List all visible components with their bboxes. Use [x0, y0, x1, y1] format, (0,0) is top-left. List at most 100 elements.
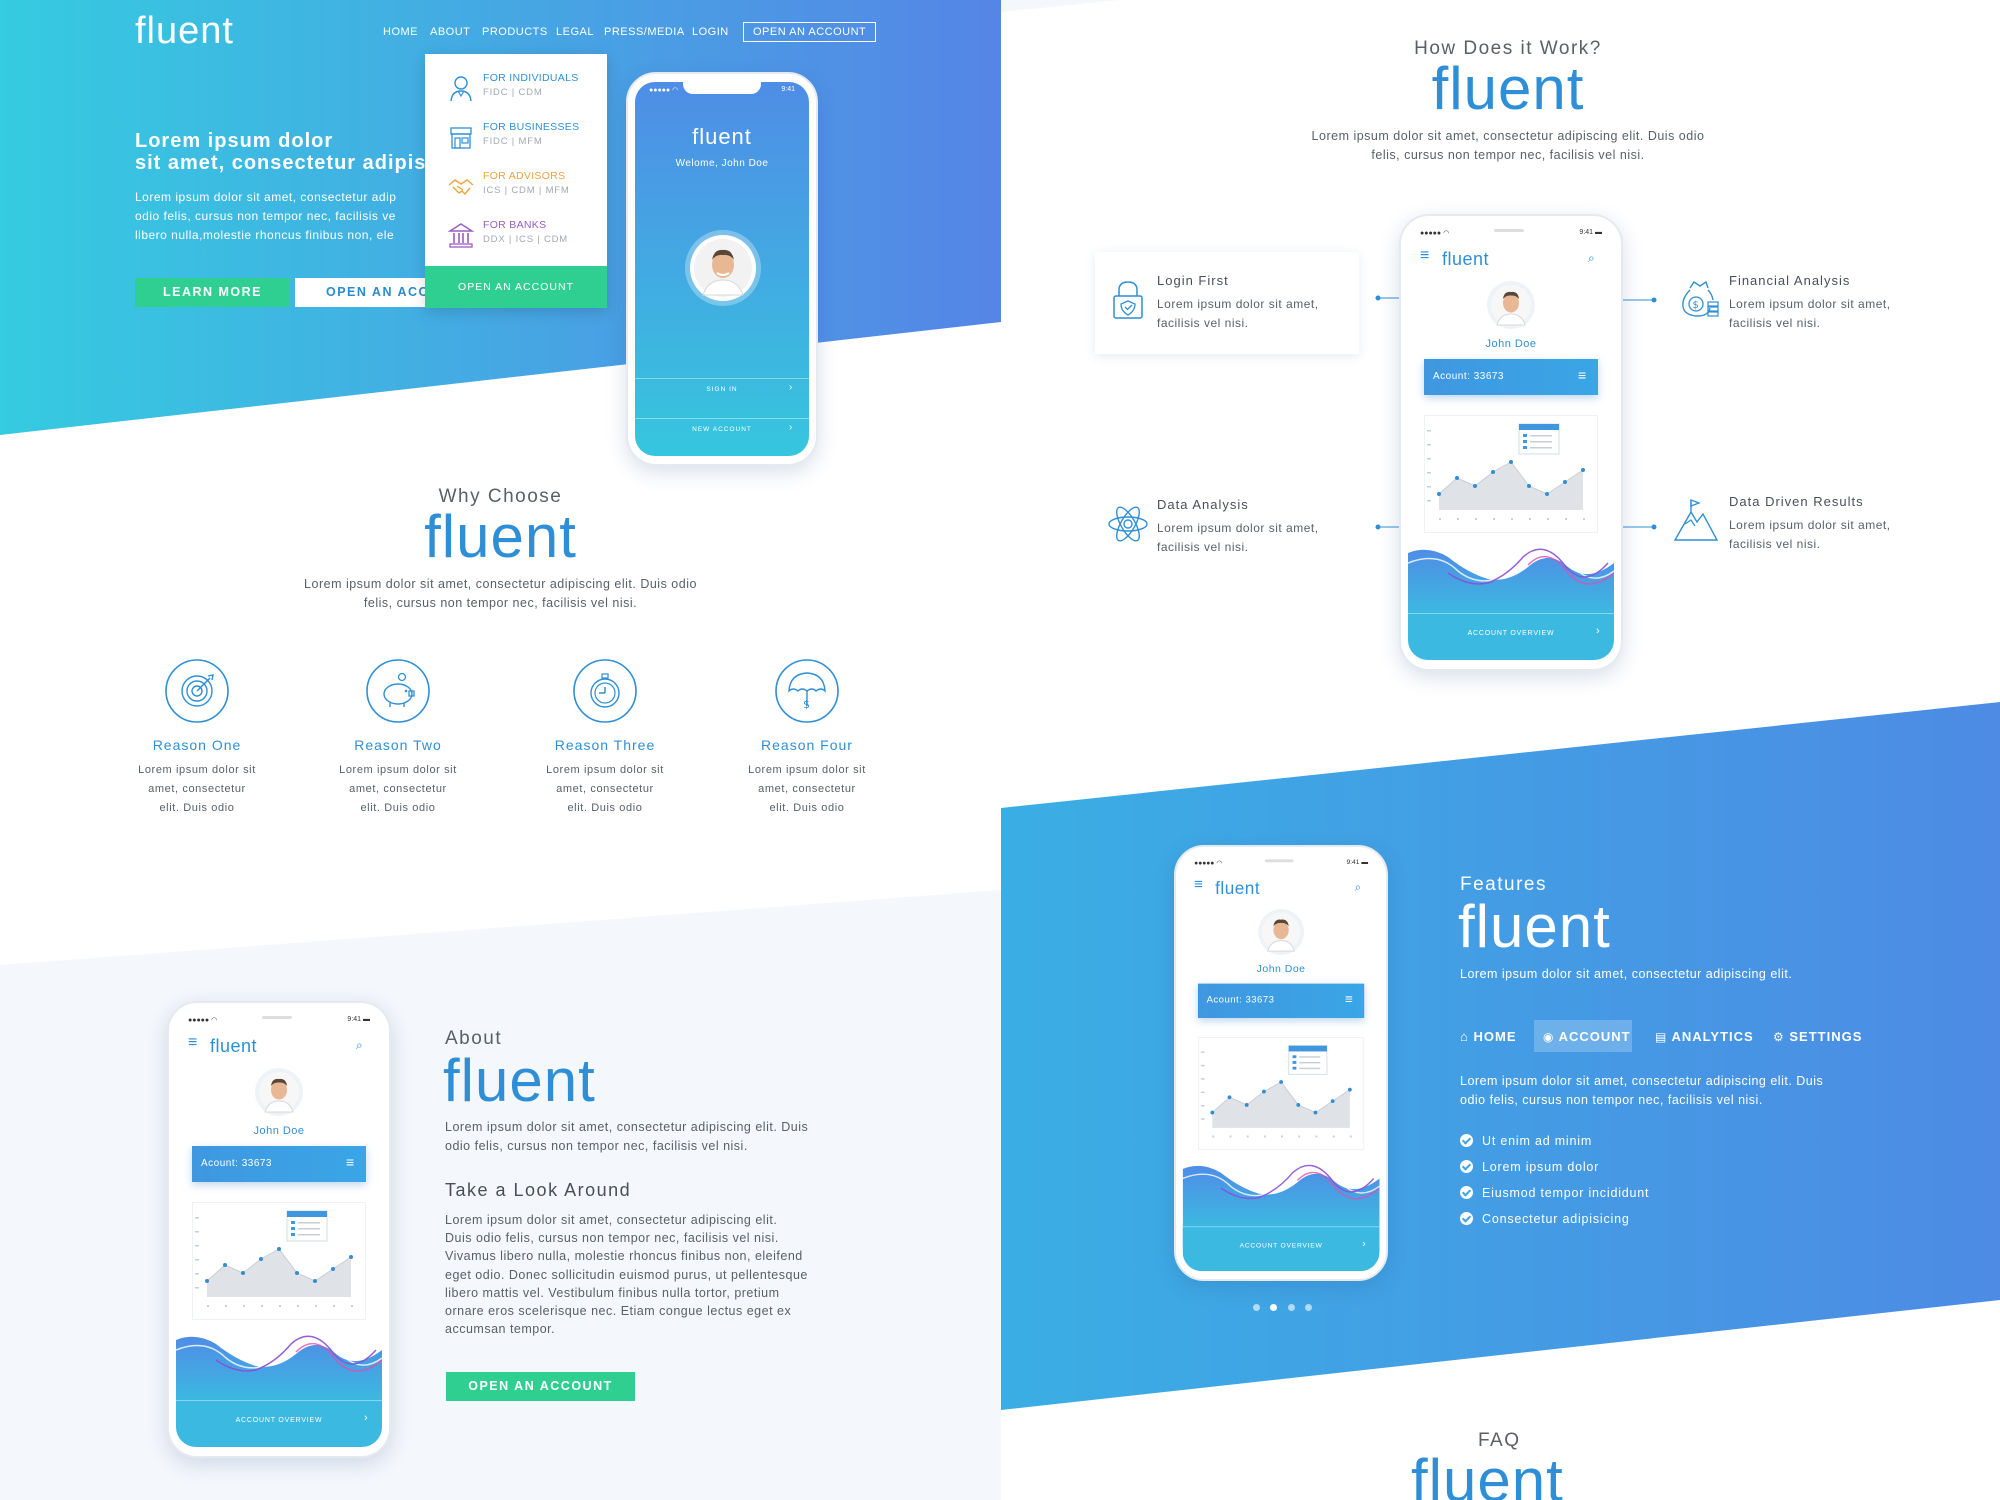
- mini-chart-card: [192, 1202, 366, 1320]
- account-bar[interactable]: Acount: 33673 ≡: [1197, 983, 1365, 1019]
- feature-text-line: Lorem ipsum dolor sit amet,: [1729, 518, 1891, 532]
- dropdown-item-banks[interactable]: FOR BANKS DDX | ICS | CDM: [425, 213, 607, 257]
- mini-chart-point: [1437, 492, 1441, 496]
- account-overview-footer[interactable]: ACCOUNT OVERVIEW ›: [176, 1400, 382, 1447]
- nav-products[interactable]: PRODUCTS: [482, 26, 548, 38]
- hero-body-line-1: Lorem ipsum dolor sit amet, consectetur …: [135, 190, 397, 204]
- mini-chart-point: [313, 1279, 317, 1283]
- new-account-link[interactable]: NEW ACCOUNT: [635, 426, 809, 433]
- hero-body-line-3: libero nulla,molestie rhoncus finibus no…: [135, 228, 395, 242]
- check-circle-icon: [1460, 1212, 1473, 1225]
- mini-chart-point: [1581, 468, 1585, 472]
- paragraph-line: libero mattis vel. Vestibulum finibus nu…: [445, 1285, 780, 1300]
- avatar: [255, 1068, 303, 1116]
- faq-big-title: fluent: [1411, 1447, 1564, 1500]
- app-logo: fluent: [1215, 878, 1261, 898]
- reason-four: $ Reason Four Lorem ipsum dolor sit amet…: [727, 658, 887, 818]
- features-big-title: fluent: [1458, 893, 1611, 960]
- nav-about[interactable]: ABOUT: [430, 26, 470, 38]
- search-icon[interactable]: ⌕: [1355, 880, 1361, 894]
- nav-legal[interactable]: LEGAL: [556, 26, 594, 38]
- about-open-account-button[interactable]: OPEN AN ACCOUNT: [446, 1372, 635, 1401]
- nav-open-account-button[interactable]: OPEN AN ACCOUNT: [743, 22, 877, 42]
- mini-line-chart: [195, 1210, 353, 1307]
- feature-text-line: Lorem ipsum dolor sit amet,: [1157, 297, 1319, 311]
- feature-financial-analysis: Financial Analysis Lorem ipsum dolor sit…: [1729, 273, 1929, 333]
- feature-text-line: Lorem ipsum dolor sit amet,: [1729, 297, 1891, 311]
- sign-in-link[interactable]: SIGN IN: [635, 386, 809, 393]
- account-bar[interactable]: Acount: 33673 ≡: [192, 1146, 366, 1182]
- reason-text: Lorem ipsum dolor sit amet, consectetur …: [727, 761, 887, 818]
- hamburger-menu-icon[interactable]: ≡: [188, 1034, 197, 1052]
- menu-icon[interactable]: ≡: [1578, 367, 1586, 383]
- why-big-title: fluent: [424, 503, 577, 570]
- mini-chart-area: [1439, 462, 1583, 510]
- tab-home[interactable]: ⌂ HOME: [1460, 1029, 1516, 1044]
- hero-title: Lorem ipsum dolor sit amet, consectetur …: [135, 130, 435, 174]
- dropdown-open-account-button[interactable]: OPEN AN ACCOUNT: [425, 266, 607, 308]
- nav-home[interactable]: HOME: [383, 26, 418, 38]
- how-description-line-1: Lorem ipsum dolor sit amet, consectetur …: [1311, 129, 1705, 143]
- check-item: Ut enim ad minim: [1460, 1134, 1592, 1148]
- nav-press-media[interactable]: PRESS/MEDIA: [604, 26, 685, 38]
- about-big-title: fluent: [443, 1047, 596, 1114]
- mini-chart-card: [1424, 415, 1598, 533]
- tab-label: HOME: [1473, 1029, 1517, 1044]
- dropdown-item-subtitle: ICS | CDM | MFM: [483, 185, 570, 196]
- tab-settings[interactable]: ⚙ SETTINGS: [1773, 1029, 1862, 1044]
- dropdown-item-advisors[interactable]: FOR ADVISORS ICS | CDM | MFM: [425, 164, 607, 208]
- app-logo: fluent: [1442, 249, 1490, 269]
- dropdown-item-businesses[interactable]: FOR BUSINESSES FIDC | MFM: [425, 115, 607, 159]
- check-circle-icon: [1460, 1160, 1473, 1173]
- hamburger-menu-icon[interactable]: ≡: [1194, 877, 1203, 894]
- hero-phone-app-name: fluent: [692, 124, 752, 149]
- reason-three: Reason Three Lorem ipsum dolor sit amet,…: [525, 658, 685, 818]
- search-icon[interactable]: ⌕: [1588, 251, 1595, 266]
- carousel-dot[interactable]: [1253, 1304, 1260, 1311]
- dropdown-item-subtitle: FIDC | MFM: [483, 136, 543, 147]
- phone-speaker: [1494, 229, 1524, 232]
- search-icon[interactable]: ⌕: [356, 1038, 363, 1053]
- menu-icon[interactable]: ≡: [1345, 991, 1353, 1006]
- handshake-icon: [448, 179, 474, 196]
- learn-more-button[interactable]: LEARN MORE: [135, 278, 290, 307]
- menu-icon[interactable]: ≡: [346, 1154, 354, 1170]
- hamburger-menu-icon[interactable]: ≡: [1420, 247, 1429, 265]
- tab-analytics[interactable]: ▤ ANALYTICS: [1655, 1029, 1754, 1044]
- mini-chart-point: [1473, 484, 1477, 488]
- carousel-dot-active[interactable]: [1270, 1304, 1277, 1311]
- status-time: 9:41: [1346, 859, 1360, 867]
- reason-title: Reason Four: [761, 737, 853, 753]
- paragraph-line: accumsan tempor.: [445, 1322, 556, 1337]
- account-number: Acount: 33673: [201, 1158, 272, 1169]
- logo[interactable]: fluent: [135, 10, 234, 53]
- atom-icon: [1108, 506, 1148, 542]
- account-overview-footer[interactable]: ACCOUNT OVERVIEW ›: [1182, 1226, 1380, 1272]
- mini-chart-point: [1347, 1087, 1352, 1092]
- why-description-line-1: Lorem ipsum dolor sit amet, consectetur …: [304, 577, 697, 591]
- tab-label: SETTINGS: [1789, 1029, 1863, 1044]
- tab-account[interactable]: ◉ ACCOUNT: [1543, 1029, 1631, 1044]
- check-item: Lorem ipsum dolor: [1460, 1160, 1599, 1174]
- mini-line-chart: [1427, 423, 1585, 520]
- mini-chart-point: [1244, 1103, 1249, 1107]
- reason-text: Lorem ipsum dolor sit amet, consectetur …: [117, 761, 277, 818]
- how-big-title: fluent: [1431, 55, 1585, 122]
- carousel-dot[interactable]: [1288, 1304, 1295, 1311]
- user-icon: [450, 76, 472, 102]
- mini-chart-point: [205, 1279, 209, 1283]
- status-time: 9:41: [347, 1016, 362, 1023]
- feature-text: Lorem ipsum dolor sit amet, facilisis ve…: [1729, 516, 1929, 554]
- account-overview-footer[interactable]: ACCOUNT OVERVIEW ›: [1408, 613, 1614, 660]
- check-circle-icon: [1460, 1134, 1473, 1147]
- reason-text-line: elit. Duis odio: [159, 802, 235, 814]
- mini-chart-point: [349, 1255, 353, 1259]
- status-bar: ●●●●● ◠ 9:41 ▬: [1420, 229, 1602, 237]
- dropdown-item-individuals[interactable]: FOR INDIVIDUALS FIDC | CDM: [425, 66, 607, 110]
- account-bar[interactable]: Acount: 33673 ≡: [1424, 359, 1598, 395]
- feature-text: Lorem ipsum dolor sit amet, facilisis ve…: [1157, 519, 1357, 557]
- account-number: Acount: 33673: [1206, 995, 1275, 1006]
- mini-line-chart: [1200, 1045, 1352, 1138]
- carousel-dot[interactable]: [1305, 1304, 1312, 1311]
- nav-login[interactable]: LOGIN: [692, 26, 729, 38]
